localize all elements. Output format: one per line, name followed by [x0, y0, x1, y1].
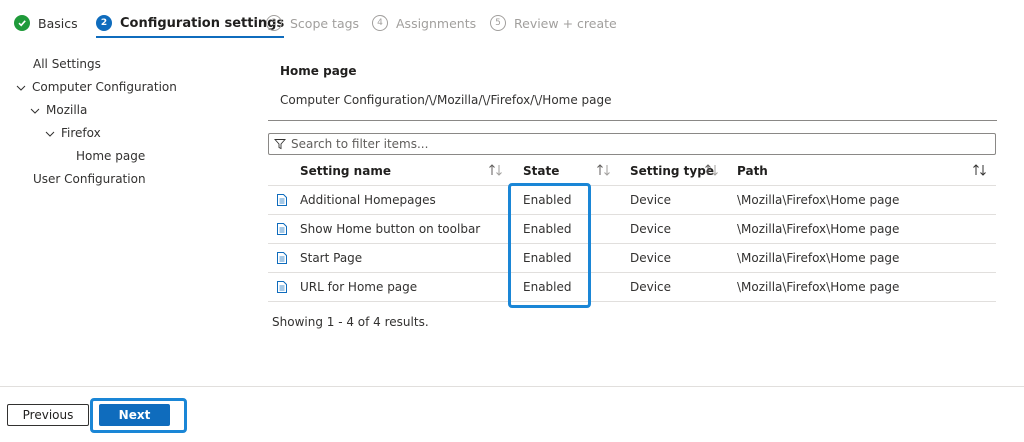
step-number: 5 [490, 15, 506, 31]
search-box[interactable] [268, 133, 996, 155]
setting-name[interactable]: Show Home button on toolbar [300, 215, 480, 243]
sort-arrows-icon[interactable] [596, 163, 612, 177]
column-header-state[interactable]: State [523, 156, 559, 185]
step-label: Configuration settings [120, 15, 285, 31]
step-scope-tags[interactable]: 3 Scope tags [266, 8, 359, 38]
step-assignments[interactable]: 4 Assignments [372, 8, 476, 38]
setting-state: Enabled [523, 222, 572, 236]
wizard-steps: Basics 2 Configuration settings 3 Scope … [12, 8, 632, 38]
footer-divider [0, 386, 1024, 387]
chevron-down-icon[interactable] [45, 128, 55, 138]
tree-item-label: Mozilla [46, 103, 88, 117]
search-input[interactable] [289, 135, 989, 153]
results-count: Showing 1 - 4 of 4 results. [272, 315, 429, 329]
tree-item-label: Home page [76, 149, 146, 163]
setting-name[interactable]: Start Page [300, 244, 362, 272]
next-button[interactable]: Next [99, 404, 170, 426]
column-header-setting-type[interactable]: Setting type [630, 156, 714, 185]
step-number: 4 [372, 15, 388, 31]
document-icon [277, 215, 287, 243]
tree-item-label: Computer Configuration [32, 80, 177, 94]
table-row[interactable]: Additional Homepages Enabled Device \Moz… [268, 186, 996, 215]
setting-type: Device [630, 280, 672, 294]
step-number: 2 [96, 15, 112, 31]
column-header-setting-name[interactable]: Setting name [300, 156, 391, 185]
sort-arrows-icon[interactable] [972, 163, 988, 177]
chevron-down-icon[interactable] [30, 105, 40, 115]
document-icon [277, 244, 287, 272]
setting-path: \Mozilla\Firefox\Home page [737, 193, 900, 207]
sort-arrows-icon[interactable] [704, 163, 720, 177]
sort-arrows-icon[interactable] [488, 163, 504, 177]
setting-state: Enabled [523, 251, 572, 265]
setting-path: \Mozilla\Firefox\Home page [737, 280, 900, 294]
setting-state: Enabled [523, 193, 572, 207]
step-label: Basics [38, 15, 78, 31]
table-row[interactable]: Start Page Enabled Device \Mozilla\Firef… [268, 244, 996, 273]
document-icon [277, 273, 287, 301]
tree-item-all-settings[interactable]: All Settings [33, 54, 101, 74]
setting-type: Device [630, 251, 672, 265]
setting-name[interactable]: URL for Home page [300, 273, 417, 301]
filter-icon [273, 138, 287, 150]
setting-path: \Mozilla\Firefox\Home page [737, 222, 900, 236]
table-row[interactable]: URL for Home page Enabled Device \Mozill… [268, 273, 996, 302]
settings-table: Setting name State Setting type Path Add… [268, 156, 996, 302]
setting-path: \Mozilla\Firefox\Home page [737, 251, 900, 265]
setting-name[interactable]: Additional Homepages [300, 186, 436, 214]
tree-item-mozilla[interactable]: Mozilla [30, 100, 87, 120]
step-label: Review + create [514, 15, 617, 31]
chevron-down-icon[interactable] [16, 82, 26, 92]
tree-item-firefox[interactable]: Firefox [45, 123, 101, 143]
table-header: Setting name State Setting type Path [268, 156, 996, 186]
breadcrumb: Computer Configuration/\/Mozilla/\/Firef… [280, 93, 612, 107]
tree-item-label: Firefox [61, 126, 101, 140]
setting-state: Enabled [523, 280, 572, 294]
checkmark-icon [14, 15, 30, 31]
step-label: Scope tags [290, 15, 360, 31]
tree-item-home-page[interactable]: Home page [76, 146, 145, 166]
previous-button[interactable]: Previous [7, 404, 89, 426]
setting-type: Device [630, 222, 672, 236]
tree-item-user-configuration[interactable]: User Configuration [33, 169, 146, 189]
step-review-create[interactable]: 5 Review + create [490, 8, 617, 38]
column-header-path[interactable]: Path [737, 156, 768, 185]
divider [268, 120, 997, 121]
step-basics[interactable]: Basics [14, 8, 78, 38]
step-label: Assignments [396, 15, 477, 31]
tree-item-label: User Configuration [33, 172, 146, 186]
setting-type: Device [630, 193, 672, 207]
step-configuration-settings[interactable]: 2 Configuration settings [96, 8, 285, 38]
tree-item-label: All Settings [33, 57, 101, 71]
tree-item-computer-configuration[interactable]: Computer Configuration [16, 77, 177, 97]
table-row[interactable]: Show Home button on toolbar Enabled Devi… [268, 215, 996, 244]
step-number: 3 [266, 15, 282, 31]
page-title: Home page [280, 64, 357, 78]
document-icon [277, 186, 287, 214]
